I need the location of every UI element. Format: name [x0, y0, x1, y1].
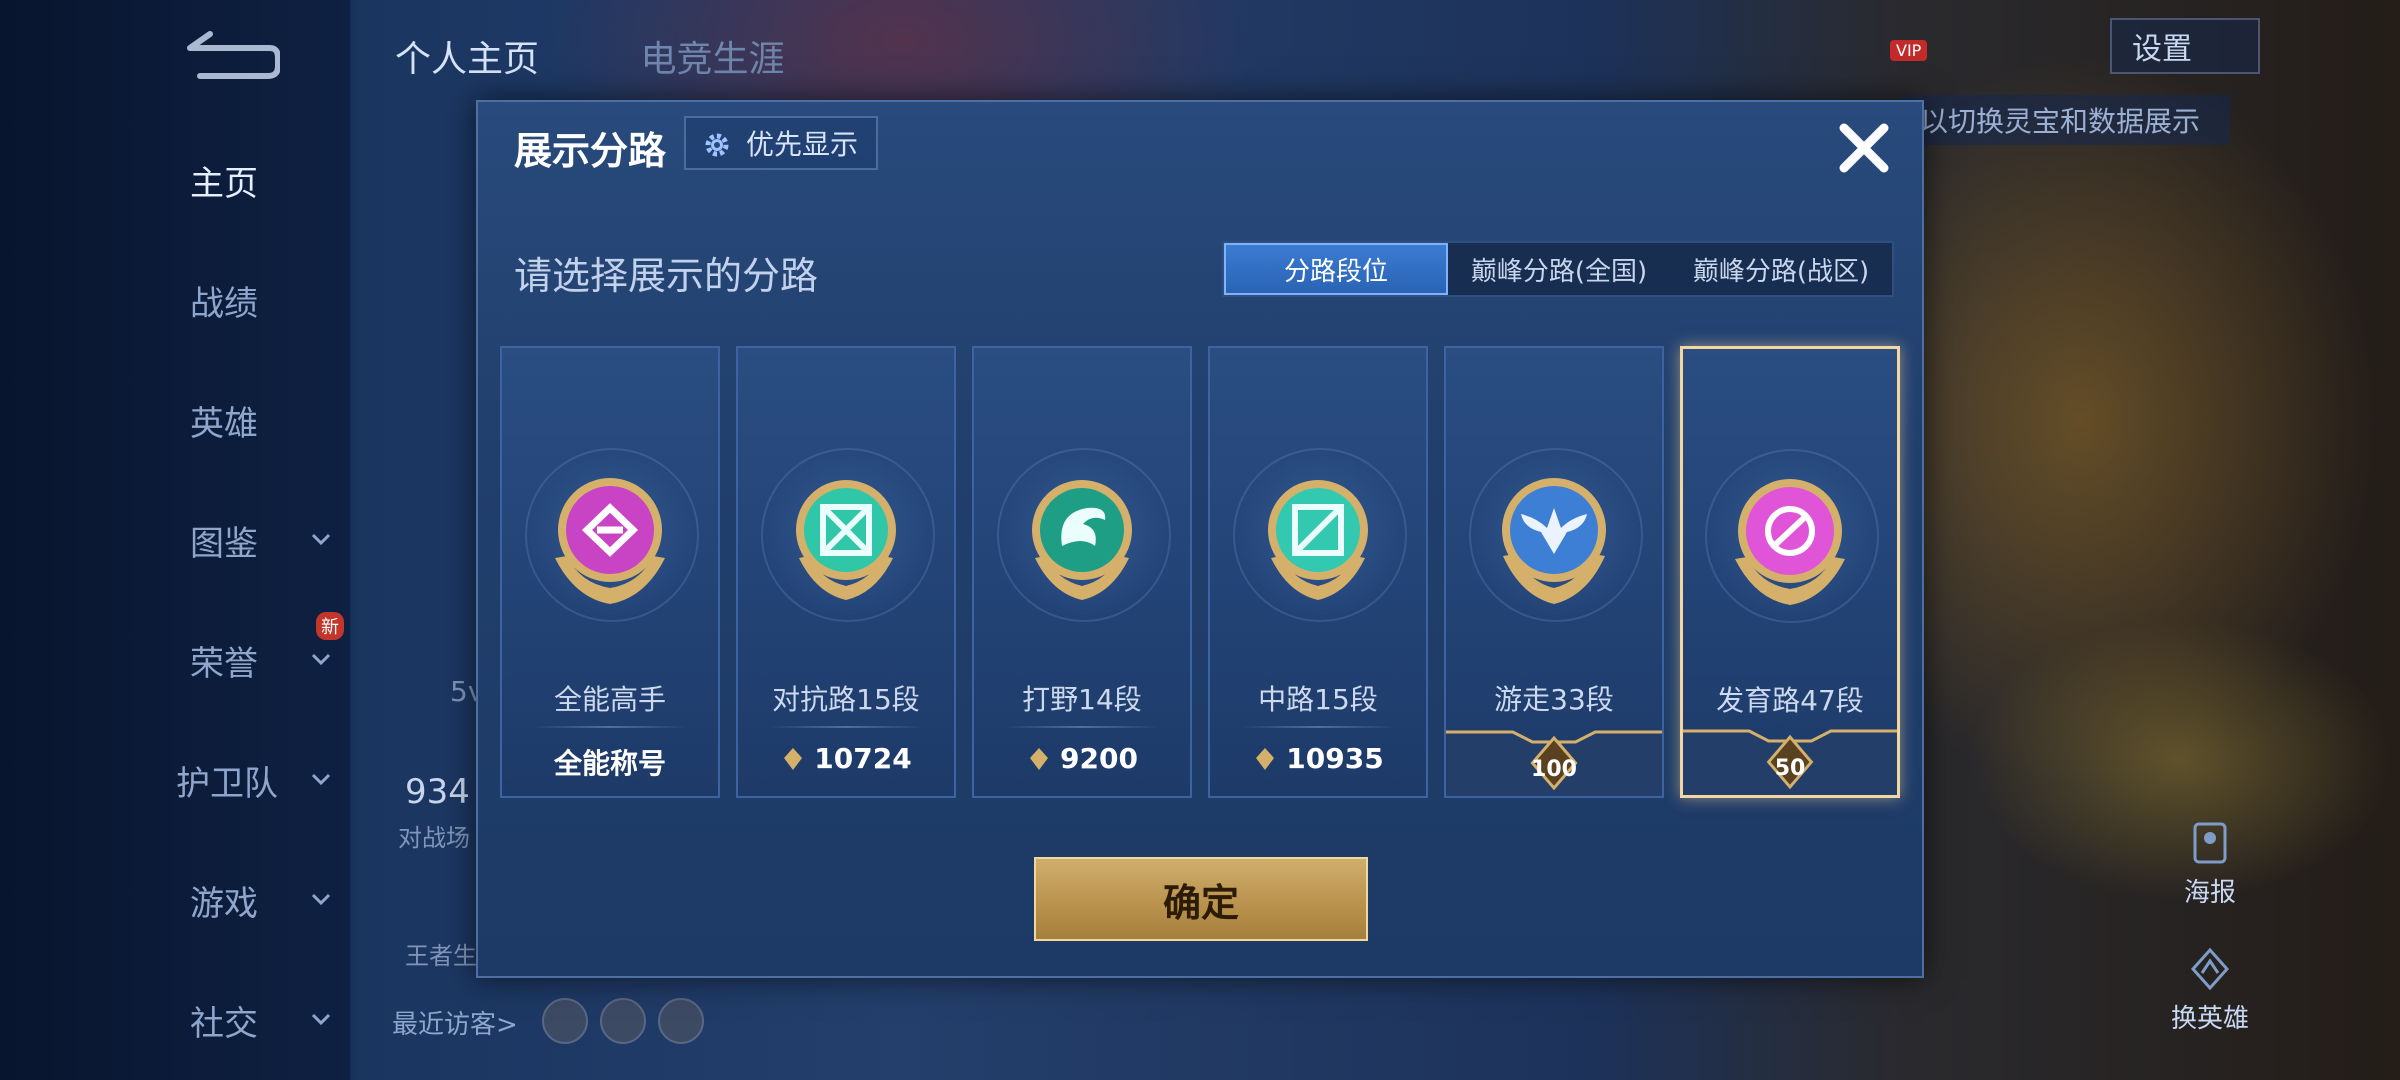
chevron-down-icon [311, 533, 331, 546]
avatar[interactable] [600, 998, 646, 1044]
chevron-down-icon [311, 1013, 331, 1026]
settings-label: 设置 [2132, 32, 2192, 67]
change-hero-label: 换英雄 [2170, 1004, 2249, 1034]
poster-label: 海报 [2183, 878, 2236, 908]
chevron-down-icon [311, 893, 331, 906]
sidebar-item-home[interactable]: 主页 [0, 150, 350, 210]
clash-lane-emblem-icon [796, 480, 896, 600]
confirm-label: 确定 [1162, 880, 1239, 925]
points-icon [1256, 748, 1275, 770]
lane-card-farm[interactable]: 发育路47段 50 [1680, 346, 1900, 798]
lane-card-all-rounder[interactable]: 全能高手 全能称号 [500, 346, 720, 798]
divider [1240, 726, 1396, 728]
new-badge: 新 [316, 612, 344, 640]
profile-tabs: 个人主页 电竞生涯 [395, 30, 874, 82]
divider [768, 726, 924, 728]
divider [1004, 726, 1160, 728]
close-icon[interactable] [1832, 116, 1896, 180]
lane-value: 全能称号 [553, 747, 666, 780]
divider [532, 726, 688, 728]
lane-card-clash[interactable]: 对抗路15段 10724 [736, 346, 956, 798]
mid-lane-emblem-icon [1268, 480, 1368, 600]
sidebar-item-heroes[interactable]: 英雄 [0, 390, 350, 450]
sidebar-item-label: 游戏 [190, 883, 258, 924]
sidebar-item-label: 主页 [190, 163, 258, 204]
avatar[interactable] [658, 998, 704, 1044]
display-lane-dialog: 展示分路 优先显示 请选择展示的分路 分路段位 巅峰分路(全国) 巅峰分路(战区… [476, 100, 1924, 978]
back-icon[interactable] [180, 28, 280, 88]
sidebar-item-label: 社交 [190, 1003, 258, 1044]
hint-text: 以切换灵宝和数据展示 [1900, 95, 2230, 145]
confirm-button[interactable]: 确定 [1034, 857, 1368, 941]
lane-name: 中路15段 [1258, 683, 1378, 716]
sidebar-item-label: 荣誉 [190, 643, 258, 684]
farm-lane-emblem-icon [1735, 479, 1845, 605]
star-count: 100 [1531, 757, 1577, 782]
sidebar-item-social[interactable]: 社交 [0, 990, 350, 1050]
lane-name: 游走33段 [1494, 683, 1614, 716]
priority-label: 优先显示 [746, 128, 859, 161]
tab-esports[interactable]: 电竞生涯 [640, 39, 784, 80]
lane-card-jungle[interactable]: 打野14段 9200 [972, 346, 1192, 798]
sidebar-item-honor[interactable]: 荣誉 [0, 630, 350, 690]
change-hero-button[interactable]: 换英雄 [2150, 946, 2270, 1035]
lane-name: 全能高手 [553, 683, 666, 716]
match-count: 934 [405, 772, 470, 812]
sidebar-item-label: 护卫队 [176, 763, 278, 804]
sidebar-item-label: 英雄 [190, 403, 258, 444]
points-icon [784, 748, 803, 770]
gear-icon [705, 133, 729, 157]
lane-points: 10724 [738, 742, 954, 775]
avatar[interactable] [542, 998, 588, 1044]
tab-peak-national[interactable]: 巅峰分路(全国) [1448, 243, 1670, 295]
lane-card-mid[interactable]: 中路15段 10935 [1208, 346, 1428, 798]
sidebar-item-games[interactable]: 游戏 [0, 870, 350, 930]
tab-profile[interactable]: 个人主页 [395, 39, 539, 80]
sidebar-item-records[interactable]: 战绩 [0, 270, 350, 330]
settings-button[interactable]: 设置 [2110, 18, 2260, 74]
lane-value: 10935 [1286, 742, 1384, 775]
sidebar-item-codex[interactable]: 图鉴 [0, 510, 350, 570]
lane-value: 9200 [1060, 742, 1138, 775]
chevron-down-icon [311, 653, 331, 666]
points-icon [1030, 748, 1049, 770]
recent-visitors-link[interactable]: 最近访客> [392, 1004, 518, 1041]
sidebar: 主页 战绩 英雄 图鉴 荣誉 新 护卫队 游戏 社交 [0, 0, 350, 1080]
lane-card-roam[interactable]: 游走33段 100 [1444, 346, 1664, 798]
lane-name: 打野14段 [1022, 683, 1142, 716]
match-count-label: 对战场 [398, 824, 470, 852]
tab-peak-region[interactable]: 巅峰分路(战区) [1670, 243, 1892, 295]
poster-button[interactable]: 海报 [2150, 820, 2270, 909]
sidebar-item-label: 图鉴 [190, 523, 258, 564]
select-prompt: 请选择展示的分路 [514, 254, 819, 298]
vip-badge: VIP [1890, 40, 1928, 61]
lane-value: 10724 [814, 742, 912, 775]
sidebar-item-guard[interactable]: 护卫队 [0, 750, 350, 810]
king-label: 王者生 [405, 942, 477, 970]
lane-name: 发育路47段 [1716, 684, 1864, 717]
hint-label: 以切换灵宝和数据展示 [1920, 105, 2201, 138]
lane-points: 10935 [1210, 742, 1426, 775]
roam-emblem-icon [1502, 478, 1606, 604]
jungle-emblem-icon [1032, 480, 1132, 600]
lane-name: 对抗路15段 [772, 683, 920, 716]
poster-icon [2193, 822, 2227, 864]
all-rounder-emblem-icon [555, 478, 665, 604]
lane-points: 9200 [974, 742, 1190, 775]
tab-lane-rank[interactable]: 分路段位 [1224, 243, 1448, 295]
star-count: 50 [1774, 756, 1806, 781]
chevron-down-icon [311, 773, 331, 786]
dialog-title: 展示分路 [514, 129, 667, 173]
sidebar-item-label: 战绩 [190, 283, 258, 324]
lane-tabs: 分路段位 巅峰分路(全国) 巅峰分路(战区) [1222, 241, 1894, 297]
priority-display-button[interactable]: 优先显示 [684, 116, 879, 170]
change-hero-icon [2190, 947, 2230, 991]
